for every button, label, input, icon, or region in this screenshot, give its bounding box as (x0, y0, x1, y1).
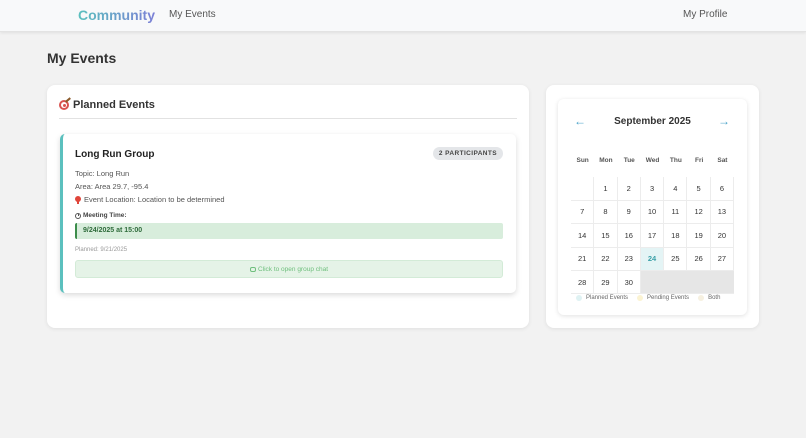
calendar-day[interactable]: 13 (710, 200, 735, 225)
next-month-arrow-icon[interactable]: → (718, 114, 730, 128)
section-divider (59, 118, 517, 119)
calendar-day[interactable]: 8 (594, 200, 618, 225)
target-icon (59, 97, 71, 110)
event-location: Event Location: Location to be determine… (75, 195, 225, 204)
planned-events-title: Planned Events (73, 99, 155, 111)
calendar-day[interactable]: 18 (664, 224, 688, 248)
calendar-day[interactable]: 26 (687, 247, 711, 271)
calendar-day[interactable]: 14 (571, 224, 595, 248)
calendar-day[interactable]: 1 (594, 177, 618, 201)
weekday-header: Wed (645, 157, 660, 164)
legend-label: Planned Events (586, 295, 629, 301)
event-topic: Topic: Long Run (75, 169, 130, 178)
participants-badge: 2 PARTICIPANTS (432, 147, 503, 160)
weekday-header: Fri (694, 157, 704, 164)
calendar-day[interactable]: 24 (640, 247, 665, 271)
event-location-text: Event Location: Location to be determine… (84, 195, 225, 204)
meeting-time-value: 9/24/2025 at 15:00 (75, 223, 503, 239)
calendar-day[interactable]: 5 (687, 177, 711, 201)
event-card[interactable]: Long Run Group 2 PARTICIPANTS Topic: Lon… (60, 134, 516, 293)
calendar-filler-cell (687, 270, 711, 295)
calendar-day[interactable]: 28 (571, 270, 595, 295)
location-pin-icon (75, 195, 81, 204)
calendar-day[interactable]: 30 (617, 270, 641, 295)
weekday-header: Mon (599, 157, 613, 164)
open-group-chat-label: Click to open group chat (257, 265, 329, 273)
planned-date: Planned: 9/21/2025 (75, 247, 128, 253)
legend-item: Both (698, 295, 720, 301)
calendar-day[interactable]: 27 (710, 247, 735, 271)
calendar-day[interactable]: 25 (664, 247, 688, 271)
legend-swatch-icon (576, 295, 582, 301)
clock-icon (75, 212, 81, 219)
calendar-day[interactable]: 6 (710, 177, 735, 201)
brand-logo[interactable]: Community (78, 7, 155, 23)
calendar-grid: Sun Mon Tue Wed Thu Fri Sat 1 2 3 4 5 6 7 8 9 10 11 12 13 14… (571, 154, 735, 295)
weekday-header: Tue (623, 157, 635, 164)
nav-my-profile-link[interactable]: My Profile (683, 9, 727, 20)
legend-label: Both (708, 295, 721, 301)
calendar-day[interactable]: 16 (617, 224, 641, 248)
calendar-day[interactable]: 7 (571, 200, 595, 225)
calendar-day[interactable]: 21 (571, 247, 595, 271)
calendar-filler-cell (710, 270, 735, 295)
calendar-day[interactable]: 9 (617, 200, 641, 225)
calendar-filler-cell (640, 270, 665, 295)
meeting-time-label-text: Meeting Time: (83, 212, 127, 219)
legend-swatch-icon (698, 295, 705, 301)
event-name: Long Run Group (75, 149, 155, 160)
top-navbar: Community My Events My Profile (0, 0, 806, 32)
planned-events-header: Planned Events (59, 97, 155, 111)
weekday-header: Sat (717, 157, 728, 164)
event-area: Area: Area 29.7, -95.4 (75, 182, 149, 191)
legend-item: Pending Events (637, 295, 689, 301)
nav-my-events-link[interactable]: My Events (169, 9, 216, 20)
calendar-day[interactable]: 2 (617, 177, 641, 201)
calendar-day[interactable]: 11 (664, 200, 688, 225)
calendar-day[interactable]: 23 (617, 247, 641, 271)
calendar-day[interactable]: 3 (640, 177, 665, 201)
planned-events-panel: Planned Events Long Run Group 2 PARTICIP… (47, 85, 529, 328)
legend-swatch-icon (637, 295, 644, 301)
weekday-header: Thu (669, 157, 682, 164)
calendar-day[interactable]: 29 (594, 270, 618, 295)
calendar-day[interactable]: 19 (687, 224, 711, 248)
calendar-day[interactable]: 15 (594, 224, 618, 248)
meeting-time-label: Meeting Time: (75, 212, 127, 219)
calendar-day[interactable]: 12 (687, 200, 711, 225)
calendar-filler-cell (664, 270, 688, 295)
chat-bubble-icon (249, 266, 256, 272)
calendar-day[interactable]: 20 (710, 224, 735, 248)
calendar-legend: Planned Events Pending Events Both (576, 295, 720, 301)
open-group-chat-button[interactable]: Click to open group chat (75, 260, 503, 278)
legend-item: Planned Events (576, 295, 628, 301)
calendar-day[interactable]: 10 (640, 200, 665, 225)
calendar-day[interactable]: 17 (640, 224, 665, 248)
weekday-header: Sun (576, 157, 589, 164)
calendar-card: ← September 2025 → Sun Mon Tue Wed Thu Fri Sat… (558, 99, 747, 315)
calendar-panel: ← September 2025 → Sun Mon Tue Wed Thu Fri Sat… (546, 85, 759, 328)
calendar-empty-cell (571, 177, 595, 201)
calendar-day[interactable]: 4 (664, 177, 688, 201)
legend-label: Pending Events (647, 295, 690, 301)
calendar-day[interactable]: 22 (594, 247, 618, 271)
page-title: My Events (47, 50, 117, 66)
